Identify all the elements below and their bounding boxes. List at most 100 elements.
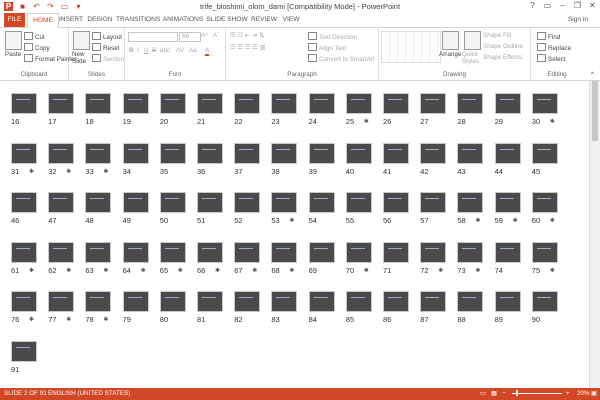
tab-view[interactable]: VIEW	[280, 13, 302, 27]
slide-thumbnail[interactable]	[383, 142, 409, 164]
animation-star-icon[interactable]: ✱	[103, 168, 108, 175]
minimize-icon[interactable]: –	[557, 1, 568, 11]
animation-star-icon[interactable]: ✱	[438, 267, 443, 274]
animation-star-icon[interactable]: ✱	[29, 316, 34, 323]
language-status[interactable]: ENGLISH (UNITED STATES)	[48, 388, 130, 400]
sign-in-link[interactable]: Sign in	[568, 13, 588, 27]
slide-thumbnail[interactable]	[159, 93, 186, 114]
animation-star-icon[interactable]: ✱	[513, 217, 518, 224]
slide-thumbnail[interactable]	[308, 142, 335, 164]
slide-thumbnail[interactable]	[11, 340, 37, 362]
slide-thumbnail[interactable]	[494, 291, 521, 312]
slide-thumbnail[interactable]	[271, 291, 298, 312]
slide-thumbnail[interactable]	[122, 241, 149, 263]
quick-styles-icon[interactable]	[464, 31, 481, 50]
collapse-ribbon-icon[interactable]: ^	[591, 71, 594, 78]
arrange-icon[interactable]	[442, 31, 459, 50]
slide-thumbnail[interactable]	[234, 93, 261, 114]
restore-icon[interactable]: ❐	[572, 1, 583, 11]
tab-home[interactable]: HOME	[27, 13, 59, 29]
fit-to-window-icon[interactable]: ▣	[591, 388, 597, 400]
animation-star-icon[interactable]: ✱	[66, 316, 71, 323]
slide-thumbnail[interactable]	[420, 192, 447, 213]
animation-star-icon[interactable]: ✱	[550, 118, 555, 125]
char-spacing-button[interactable]: AV	[176, 47, 184, 54]
grow-font-button[interactable]: A^	[201, 32, 208, 39]
layout-button[interactable]: Layout	[92, 32, 122, 41]
slide-thumbnail[interactable]	[11, 192, 37, 213]
slide-thumbnail[interactable]	[308, 241, 335, 263]
change-case-button[interactable]: Aa	[189, 47, 197, 54]
text-direction-button[interactable]: Text Direction	[308, 32, 357, 41]
align-text-button[interactable]: Align Text	[308, 43, 346, 52]
slide-thumbnail[interactable]	[531, 192, 558, 213]
slide-sorter-view-icon[interactable]: ▦	[491, 388, 497, 400]
cut-button[interactable]: Cut	[24, 32, 45, 41]
animation-star-icon[interactable]: ✱	[29, 267, 34, 274]
slide-thumbnail[interactable]	[383, 192, 409, 213]
scrollbar-thumb[interactable]	[592, 81, 598, 141]
slide-thumbnail[interactable]	[234, 241, 261, 263]
slide-thumbnail[interactable]	[122, 192, 149, 213]
animation-star-icon[interactable]: ✱	[364, 118, 369, 125]
align-buttons[interactable]: ☰ ☰ ☰ ☰ ▥	[230, 44, 266, 51]
animation-star-icon[interactable]: ✱	[550, 217, 555, 224]
convert-smartart-button[interactable]: Convert to SmartArt	[308, 54, 375, 63]
slide-thumbnail[interactable]	[308, 93, 335, 114]
slide-thumbnail[interactable]	[494, 142, 521, 164]
tab-file[interactable]: FILE	[4, 13, 25, 27]
slide-thumbnail[interactable]	[345, 142, 372, 164]
slide-thumbnail[interactable]	[271, 241, 298, 263]
slide-thumbnail[interactable]	[271, 93, 298, 114]
slide-thumbnail[interactable]	[122, 142, 149, 164]
animation-star-icon[interactable]: ✱	[103, 267, 108, 274]
underline-button[interactable]: U	[144, 47, 149, 54]
tab-design[interactable]: DESIGN	[86, 13, 114, 27]
slide-thumbnail[interactable]	[531, 93, 558, 114]
slide-thumbnail[interactable]	[234, 192, 261, 213]
slide-thumbnail[interactable]	[159, 291, 186, 312]
animation-star-icon[interactable]: ✱	[289, 217, 294, 224]
animation-star-icon[interactable]: ✱	[178, 267, 183, 274]
slide-thumbnail[interactable]	[48, 93, 75, 114]
tab-insert[interactable]: INSERT	[58, 13, 84, 27]
vertical-scrollbar[interactable]	[589, 81, 600, 388]
slide-thumbnail[interactable]	[85, 142, 112, 164]
slide-thumbnail[interactable]	[457, 192, 484, 213]
paste-button[interactable]: Paste	[5, 51, 21, 58]
slide-thumbnail[interactable]	[308, 192, 335, 213]
quick-styles-button[interactable]: Quick Styles	[462, 51, 482, 65]
bullets-button[interactable]: ☰ ☷ ⇤ ⇥ ⇅	[230, 32, 264, 39]
slide-thumbnail[interactable]	[457, 291, 484, 312]
slide-thumbnail[interactable]	[85, 291, 112, 312]
new-slide-icon[interactable]	[73, 31, 90, 50]
slide-thumbnail[interactable]	[345, 93, 372, 114]
slide-thumbnail[interactable]	[197, 142, 223, 164]
slide-thumbnail[interactable]	[531, 291, 558, 312]
slide-thumbnail[interactable]	[122, 93, 149, 114]
slide-thumbnail[interactable]	[494, 192, 521, 213]
slide-thumbnail[interactable]	[197, 93, 223, 114]
tab-review[interactable]: REVIEW	[250, 13, 278, 27]
shape-effects-button[interactable]: Shape Effects	[483, 54, 522, 61]
bold-button[interactable]: B	[129, 47, 134, 54]
zoom-slider[interactable]	[512, 390, 562, 396]
animation-star-icon[interactable]: ✱	[475, 217, 480, 224]
animation-star-icon[interactable]: ✱	[66, 267, 71, 274]
animation-star-icon[interactable]: ✱	[252, 267, 257, 274]
slide-thumbnail[interactable]	[159, 192, 186, 213]
slide-thumbnail[interactable]	[85, 192, 112, 213]
slide-thumbnail[interactable]	[383, 241, 409, 263]
shapes-gallery[interactable]	[381, 31, 441, 63]
slide-thumbnail[interactable]	[159, 241, 186, 263]
slide-thumbnail[interactable]	[48, 241, 75, 263]
normal-view-icon[interactable]: ▭	[480, 388, 486, 400]
animation-star-icon[interactable]: ✱	[103, 316, 108, 323]
animation-star-icon[interactable]: ✱	[29, 168, 34, 175]
animation-star-icon[interactable]: ✱	[215, 267, 220, 274]
animation-star-icon[interactable]: ✱	[364, 267, 369, 274]
font-color-button[interactable]: A	[205, 47, 210, 56]
slide-thumbnail[interactable]	[531, 142, 558, 164]
font-name-box[interactable]	[128, 32, 178, 42]
slide-thumbnail[interactable]	[11, 93, 37, 114]
